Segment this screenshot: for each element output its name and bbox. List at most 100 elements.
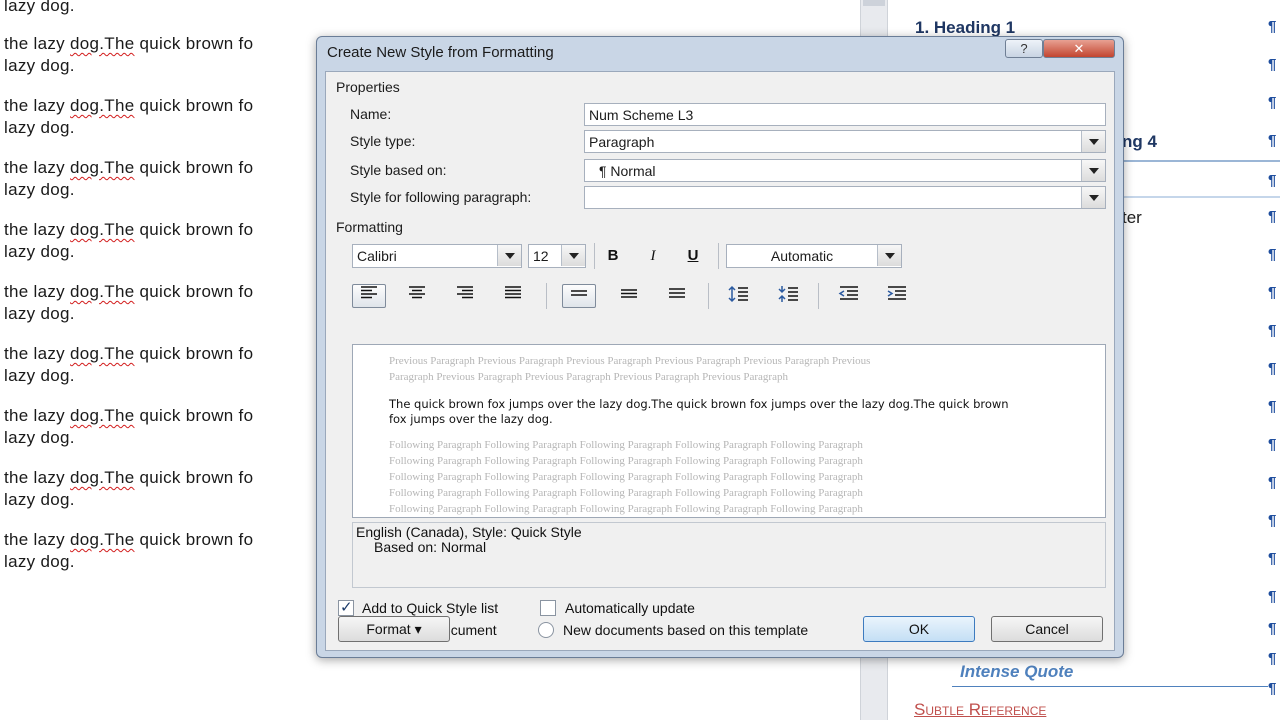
paragraph-mark-icon: ¶: [1268, 322, 1277, 339]
document-text-line: the lazy dog.The quick brown fo: [4, 220, 253, 240]
chevron-down-icon[interactable]: [561, 245, 585, 266]
dialog-titlebar[interactable]: Create New Style from Formatting ? ✕: [317, 37, 1123, 69]
font-color-dropdown[interactable]: Automatic: [726, 244, 902, 268]
paragraph-mark-icon: ¶: [1268, 474, 1277, 491]
document-text-line: the lazy dog.The quick brown fo: [4, 344, 253, 364]
preview-sample-text: The quick brown fox jumps over the lazy …: [389, 397, 1009, 426]
text-run: the lazy: [4, 406, 71, 425]
font-size-dropdown[interactable]: 12: [528, 244, 586, 268]
text-run: the lazy: [4, 220, 71, 239]
new-documents-label[interactable]: New documents based on this template: [563, 622, 808, 638]
font-size-value: 12: [533, 248, 549, 264]
spelling-error-text[interactable]: dog.The: [70, 344, 134, 363]
paragraph-mark-icon: ¶: [1268, 512, 1277, 529]
toolbar-separator: [718, 243, 719, 269]
single-spacing-icon[interactable]: [562, 284, 596, 308]
cancel-button[interactable]: Cancel: [991, 616, 1103, 642]
paragraph-mark-icon: ¶: [1268, 132, 1277, 149]
spelling-error-text[interactable]: dog.The: [70, 406, 134, 425]
spelling-error-text[interactable]: dog.The: [70, 158, 134, 177]
spelling-error-text[interactable]: dog.The: [70, 468, 134, 487]
following-paragraph-label: Style for following paragraph:: [350, 189, 532, 205]
style-type-dropdown[interactable]: Paragraph: [584, 130, 1106, 153]
style-item-heading1[interactable]: 1. Heading 1: [915, 18, 1015, 38]
text-run: the lazy: [4, 530, 71, 549]
text-run: quick brown fo: [134, 530, 254, 549]
style-item-subtle-reference[interactable]: Subtle Reference: [914, 700, 1046, 720]
style-based-on-dropdown[interactable]: ¶ Normal: [584, 159, 1106, 182]
following-paragraph-dropdown[interactable]: [584, 186, 1106, 209]
add-quick-style-checkbox[interactable]: [338, 598, 354, 616]
text-run: the lazy: [4, 96, 71, 115]
spelling-error-text[interactable]: dog.The: [70, 282, 134, 301]
paragraph-mark-icon: ¶: [1268, 436, 1277, 453]
document-text-line: lazy dog.: [4, 428, 75, 447]
preview-previous-line: Paragraph Previous Paragraph Previous Pa…: [389, 371, 788, 383]
formatting-section-label: Formatting: [336, 219, 403, 235]
spelling-error-text[interactable]: dog.The: [70, 34, 134, 53]
style-item-intense-quote[interactable]: Intense Quote: [960, 662, 1073, 682]
justify-icon[interactable]: [496, 284, 530, 308]
format-button[interactable]: Format ▾: [338, 616, 450, 642]
decrease-paragraph-spacing-icon[interactable]: [772, 284, 806, 308]
align-left-icon[interactable]: [352, 284, 386, 308]
name-input[interactable]: Num Scheme L3: [584, 103, 1106, 126]
text-run: quick brown fo: [134, 220, 254, 239]
align-right-icon[interactable]: [448, 284, 482, 308]
scrollbar-thumb[interactable]: [863, 0, 885, 6]
preview-following-line: Following Paragraph Following Paragraph …: [389, 471, 863, 483]
paragraph-mark-icon: ¶: [1268, 172, 1277, 189]
document-text-line: lazy dog.: [4, 0, 75, 15]
screen: lazy dog. the lazy dog.The quick brown f…: [0, 0, 1280, 720]
paragraph-mark-icon: ¶: [1268, 56, 1277, 73]
font-name-dropdown[interactable]: Calibri: [352, 244, 522, 268]
chevron-down-icon[interactable]: [1081, 160, 1105, 181]
underline-button[interactable]: U: [676, 244, 710, 268]
font-color-value: Automatic: [770, 248, 834, 264]
chevron-down-icon[interactable]: [497, 245, 521, 266]
style-item-heading4[interactable]: ng 4: [1122, 132, 1157, 152]
paragraph-mark-icon: ¶: [1268, 588, 1277, 605]
text-run: quick brown fo: [134, 344, 254, 363]
paragraph-mark-icon: ¶: [1268, 398, 1277, 415]
paragraph-mark-icon: ¶: [1268, 620, 1277, 637]
spelling-error-text[interactable]: dog.The: [70, 530, 134, 549]
chevron-down-icon[interactable]: [877, 245, 901, 266]
bold-button[interactable]: B: [596, 244, 630, 268]
align-center-icon[interactable]: [400, 284, 434, 308]
new-documents-radio[interactable]: [538, 622, 554, 638]
decrease-indent-icon[interactable]: [832, 284, 866, 308]
increase-paragraph-spacing-icon[interactable]: [722, 284, 756, 308]
toolbar-separator: [818, 283, 819, 309]
text-run: quick brown fo: [134, 34, 254, 53]
text-run: quick brown fo: [134, 406, 254, 425]
double-spacing-icon[interactable]: [660, 284, 694, 308]
add-quick-style-label[interactable]: Add to Quick Style list: [362, 600, 498, 616]
spelling-error-text[interactable]: dog.The: [70, 220, 134, 239]
text-run: quick brown fo: [134, 158, 254, 177]
auto-update-checkbox[interactable]: [540, 600, 556, 616]
style-item-fragment[interactable]: ter: [1122, 208, 1142, 228]
text-run: the lazy: [4, 158, 71, 177]
create-style-dialog: Create New Style from Formatting ? ✕ Pro…: [316, 36, 1124, 658]
close-button[interactable]: ✕: [1043, 39, 1115, 58]
help-button[interactable]: ?: [1005, 39, 1043, 58]
chevron-down-icon[interactable]: [1081, 131, 1105, 152]
style-item-divider: [1122, 160, 1280, 162]
paragraph-mark-icon: ¶: [1268, 208, 1277, 225]
spelling-error-text[interactable]: dog.The: [70, 96, 134, 115]
paragraph-mark-icon: ¶: [1268, 550, 1277, 567]
increase-indent-icon[interactable]: [880, 284, 914, 308]
ok-button[interactable]: OK: [863, 616, 975, 642]
auto-update-label[interactable]: Automatically update: [565, 600, 695, 616]
text-run: quick brown fo: [134, 282, 254, 301]
document-text-line: the lazy dog.The quick brown fo: [4, 530, 253, 550]
italic-button[interactable]: I: [636, 244, 670, 268]
properties-section-label: Properties: [336, 79, 400, 95]
description-line: Based on: Normal: [374, 539, 487, 555]
style-preview: Previous Paragraph Previous Paragraph Pr…: [352, 344, 1106, 518]
one-half-spacing-icon[interactable]: [612, 284, 646, 308]
paragraph-mark-icon: ¶: [1268, 18, 1277, 35]
chevron-down-icon[interactable]: [1081, 187, 1105, 208]
font-name-value: Calibri: [357, 248, 397, 264]
